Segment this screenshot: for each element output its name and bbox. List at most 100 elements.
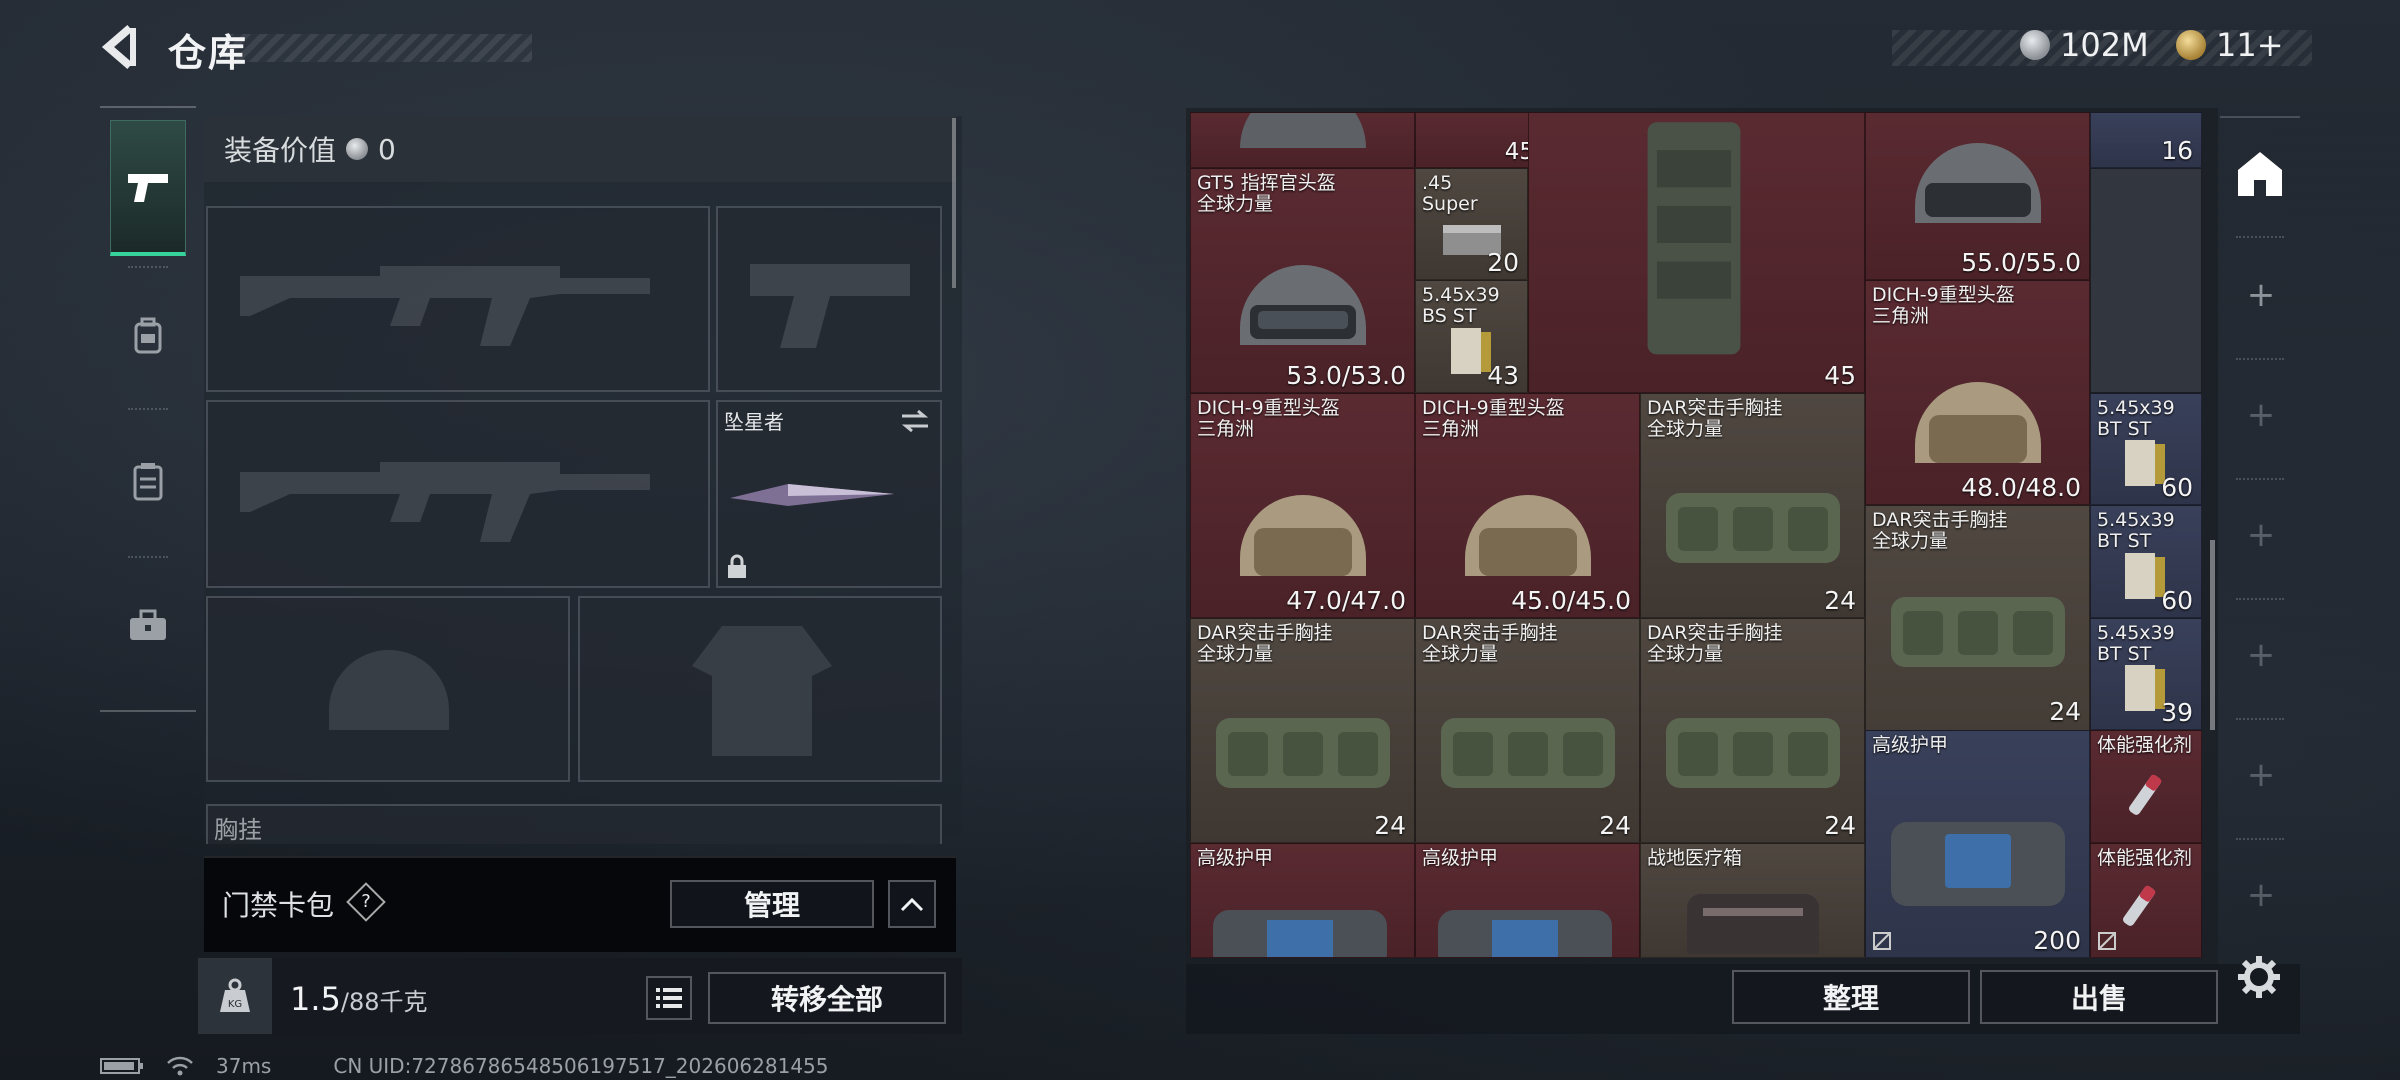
helmet-icon	[1914, 143, 2041, 224]
chest-rig-icon	[133, 463, 163, 501]
rifle-silhouette-icon	[240, 462, 650, 542]
armor-slot[interactable]	[578, 596, 942, 782]
add-container-button[interactable]: +	[2246, 758, 2276, 792]
armor-bag-icon	[1438, 910, 1612, 957]
item-name: 战地医疗箱	[1647, 847, 1743, 869]
tab-weapons[interactable]	[110, 120, 186, 256]
item-cell-advanced-armor[interactable]: 高级护甲	[1415, 843, 1640, 958]
back-button[interactable]	[98, 22, 148, 72]
item-name: DICH-9重型头盔 三角洲	[1872, 284, 2015, 327]
item-cell-dar-rig[interactable]: DAR突击手胸挂 全球力量 24	[1190, 618, 1415, 843]
manage-button[interactable]: 管理	[670, 880, 874, 928]
item-cell[interactable]: 16	[2090, 112, 2202, 168]
helmet-icon	[1914, 382, 2041, 464]
item-cell-helmet[interactable]: 55.0/55.0	[1865, 112, 2090, 280]
item-cell-545-bs[interactable]: 5.45x39 BS ST 43	[1415, 280, 1528, 393]
home-icon[interactable]	[2234, 148, 2286, 200]
melee-slot[interactable]: 坠星者	[716, 400, 942, 588]
empty-cell[interactable]	[2090, 168, 2202, 393]
item-cell-dar-rig[interactable]: DAR突击手胸挂 全球力量 24	[1640, 393, 1865, 618]
title-decoration	[226, 34, 532, 62]
tab-chest-rig[interactable]	[110, 414, 186, 550]
gear-icon[interactable]	[2236, 954, 2282, 1000]
item-value: 24	[2049, 697, 2081, 726]
back-arrow-icon	[101, 24, 136, 70]
item-cell-545-bt[interactable]: 5.45x39 BT ST 60	[2090, 505, 2202, 618]
inventory-scrollbar[interactable]	[2210, 540, 2215, 730]
knife-icon	[730, 484, 894, 506]
item-name: DAR突击手胸挂 全球力量	[1197, 622, 1333, 665]
add-container-button[interactable]: +	[2246, 878, 2276, 912]
item-cell-gt5-helmet[interactable]: GT5 指挥官头盔 全球力量 53.0/53.0	[1190, 168, 1415, 393]
item-cell-45-super[interactable]: .45 Super 20	[1415, 168, 1528, 280]
add-container-button[interactable]: +	[2246, 638, 2276, 672]
chevron-up-icon	[900, 897, 924, 912]
sell-button[interactable]: 出售	[1980, 970, 2218, 1024]
collapse-button[interactable]	[888, 880, 936, 928]
item-cell-545-bt[interactable]: 5.45x39 BT ST 60	[2090, 393, 2202, 505]
item-cell-medkit[interactable]: 战地医疗箱	[1640, 843, 1865, 958]
item-cell-dich9-helmet[interactable]: DICH-9重型头盔 三角洲 48.0/48.0	[1865, 280, 2090, 505]
item-value: 55.0/55.0	[1961, 248, 2081, 277]
item-cell-tactical-vest[interactable]: 45	[1528, 112, 1865, 393]
add-container-button[interactable]: +	[2246, 278, 2276, 312]
item-cell-dar-rig[interactable]: DAR突击手胸挂 全球力量 24	[1415, 618, 1640, 843]
pistol-slot[interactable]	[716, 206, 942, 392]
sort-button[interactable]: 整理	[1732, 970, 1970, 1024]
equipment-value-row: 装备价值 0	[204, 116, 956, 182]
no-insure-icon	[1873, 932, 1891, 950]
tab-backpack[interactable]	[110, 268, 186, 404]
item-name: 高级护甲	[1872, 734, 1949, 756]
item-value: 24	[1374, 811, 1406, 840]
add-container-button[interactable]: +	[2246, 518, 2276, 552]
ping-value: 37ms	[216, 1054, 272, 1078]
chest-rig-slot[interactable]: 胸挂	[206, 804, 942, 844]
injector-icon	[2123, 885, 2156, 926]
currency-gold[interactable]: 11+	[2176, 26, 2284, 64]
item-value: 16	[2161, 136, 2193, 165]
item-value: 53.0/53.0	[1286, 361, 1406, 390]
currency-silver[interactable]: 102M	[2020, 26, 2149, 64]
chest-rig-bag-icon	[1665, 718, 1840, 789]
item-cell-dich9-helmet[interactable]: DICH-9重型头盔 三角洲 47.0/47.0	[1190, 393, 1415, 618]
equip-value-label: 装备价值	[224, 134, 337, 167]
loadout-scrollbar[interactable]	[952, 118, 956, 288]
item-name: 高级护甲	[1197, 847, 1274, 869]
item-name: DAR突击手胸挂 全球力量	[1872, 509, 2008, 552]
item-cell-stimulant[interactable]: 体能强化剂	[2090, 730, 2202, 843]
item-cell-dich9-helmet[interactable]: DICH-9重型头盔 三角洲 45.0/45.0	[1415, 393, 1640, 618]
secondary-weapon-slot[interactable]	[206, 400, 710, 588]
primary-weapon-slot[interactable]	[206, 206, 710, 392]
item-value: 60	[2161, 473, 2193, 502]
add-container-button[interactable]: +	[2246, 398, 2276, 432]
list-view-button[interactable]	[646, 976, 692, 1020]
chest-rig-bag-icon	[1440, 718, 1615, 789]
weight-current: 1.5	[290, 980, 341, 1018]
item-cell-stimulant[interactable]: 体能强化剂	[2090, 843, 2202, 958]
inventory-grid: 45 16 GT5 指挥官头盔 全球力量 53.0/53.0 .45 Super…	[1190, 112, 2202, 958]
helmet-silhouette-icon	[329, 650, 449, 730]
rail-divider	[2236, 598, 2284, 600]
item-value: 60	[2161, 586, 2193, 615]
item-cell-545-bt[interactable]: 5.45x39 BT ST 39	[2090, 618, 2202, 730]
item-value: 20	[1487, 248, 1519, 277]
item-cell-advanced-armor[interactable]: 高级护甲	[1190, 843, 1415, 958]
no-insure-icon	[2098, 932, 2116, 950]
item-name: 体能强化剂	[2097, 734, 2193, 756]
transfer-all-button[interactable]: 转移全部	[708, 972, 946, 1024]
chest-rig-bag-icon	[1665, 493, 1840, 564]
battery-icon	[100, 1058, 143, 1074]
helmet-icon	[1464, 495, 1591, 577]
item-cell-advanced-armor[interactable]: 高级护甲 200	[1865, 730, 2090, 958]
weight-icon-box: KG	[198, 958, 272, 1034]
swap-icon[interactable]	[898, 408, 932, 434]
item-name: DICH-9重型头盔 三角洲	[1197, 397, 1340, 440]
item-cell[interactable]	[1190, 112, 1415, 168]
item-value: 43	[1487, 361, 1519, 390]
rail-divider	[128, 408, 168, 410]
status-bar: 37ms CN UID:7278678654850619751​7_202606…	[100, 1054, 829, 1078]
helmet-slot[interactable]	[206, 596, 570, 782]
armor-silhouette-icon	[692, 626, 832, 756]
item-cell-dar-rig[interactable]: DAR突击手胸挂 全球力量 24	[1640, 618, 1865, 843]
tab-case[interactable]	[110, 558, 186, 694]
